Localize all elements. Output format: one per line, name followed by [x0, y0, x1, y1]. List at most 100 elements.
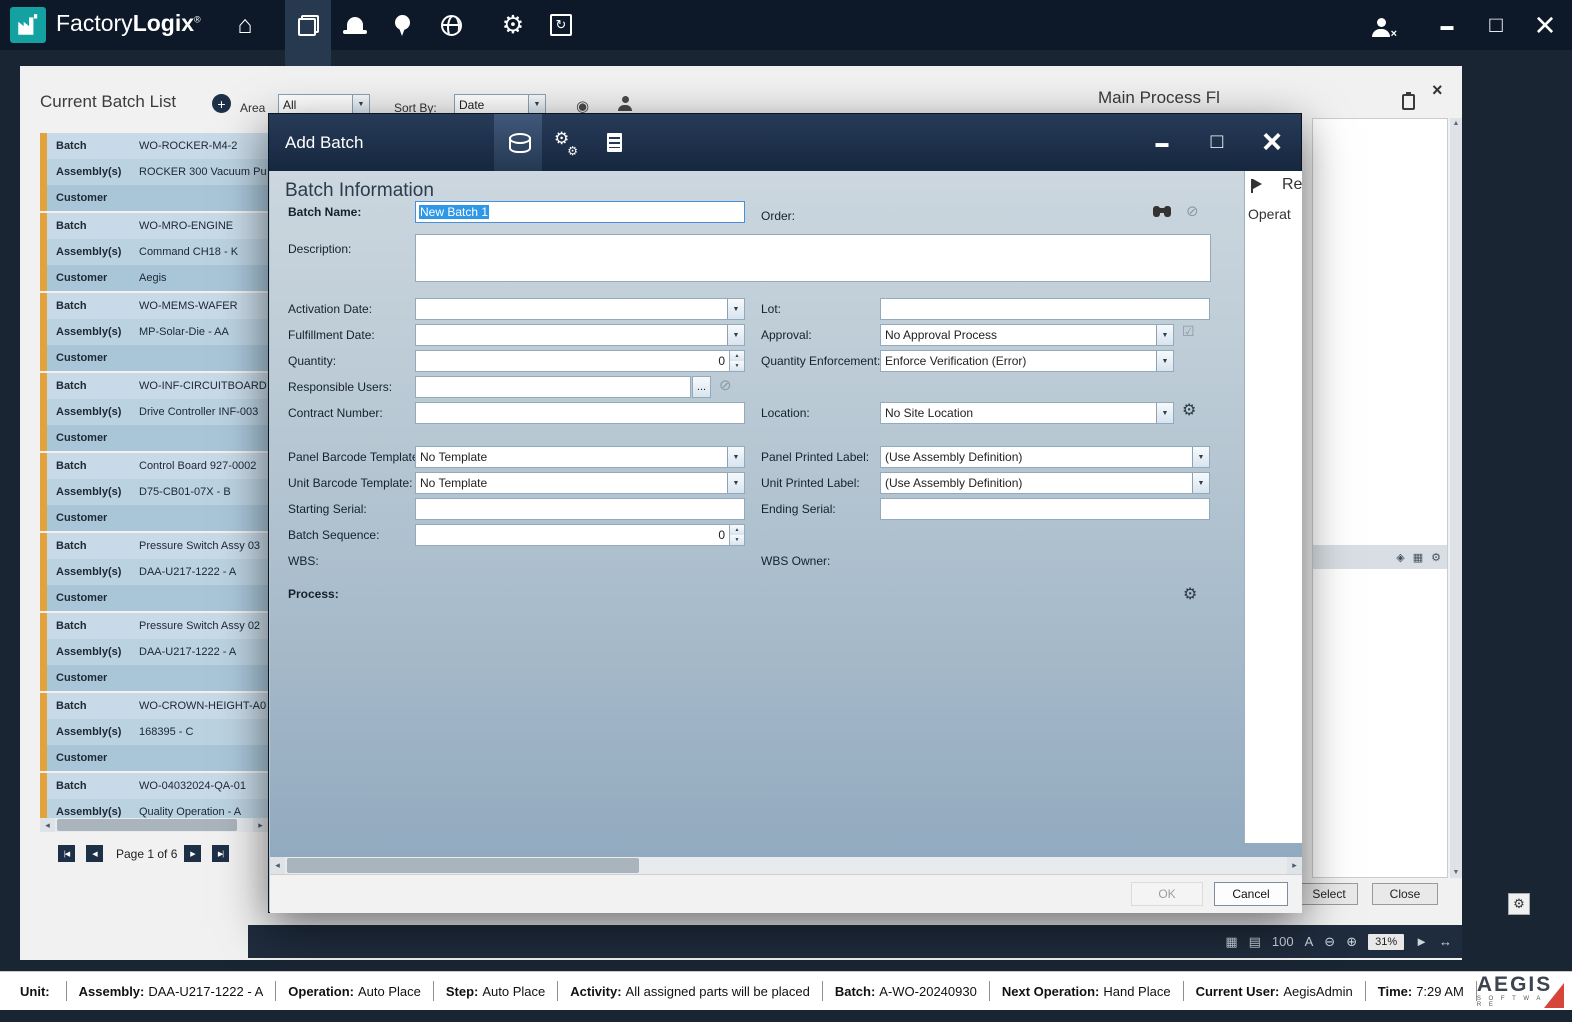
scroll-up-icon[interactable]: ▲: [1453, 118, 1460, 129]
customer-label: Customer: [56, 432, 139, 444]
responsible-users-clear-icon[interactable]: ⊘: [719, 376, 732, 394]
assembly-value: 168395 - C: [139, 726, 193, 738]
description-textarea[interactable]: [415, 234, 1211, 282]
dialog-hscrollbar[interactable]: [270, 857, 1302, 874]
quantity-enforcement-select[interactable]: Enforce Verification (Error): [880, 350, 1174, 372]
add-batch-button[interactable]: +: [212, 94, 231, 113]
batch-label: Batch: [56, 460, 139, 472]
order-clear-icon[interactable]: ⊘: [1186, 202, 1199, 220]
quantity-spinner[interactable]: 0: [415, 350, 745, 372]
viewer-tool-icon[interactable]: ▤: [1249, 934, 1261, 950]
tab-batch-settings[interactable]: [542, 114, 590, 171]
web-module-icon[interactable]: [429, 0, 473, 50]
viewer-tool-icon[interactable]: ►: [1415, 934, 1428, 949]
scroll-left-icon[interactable]: [270, 857, 285, 874]
user-filter-icon[interactable]: [618, 96, 633, 111]
next-page-button[interactable]: ▶: [184, 845, 201, 862]
location-gear-icon[interactable]: ⚙: [1182, 400, 1196, 420]
batches-module-icon[interactable]: [286, 0, 330, 50]
starting-serial-input[interactable]: [415, 498, 745, 520]
dialog-close-button[interactable]: ×: [1251, 120, 1293, 164]
scroll-right-icon[interactable]: [1287, 857, 1302, 874]
ending-serial-label: Ending Serial:: [761, 502, 836, 516]
cancel-button[interactable]: Cancel: [1214, 882, 1288, 906]
batch-name-value: WO-MRO-ENGINE: [139, 220, 233, 232]
close-button-background[interactable]: Close: [1372, 883, 1438, 905]
spin-down-icon[interactable]: [730, 535, 744, 545]
first-page-button[interactable]: |◀: [58, 845, 75, 862]
dialog-maximize-button[interactable]: □: [1199, 124, 1235, 160]
panel-tool-icon[interactable]: ◈: [1396, 551, 1404, 564]
lot-input[interactable]: [880, 298, 1210, 320]
scroll-right-icon[interactable]: [253, 818, 268, 832]
viewer-vscrollbar[interactable]: ▲ ▼: [1450, 118, 1462, 878]
area-select[interactable]: All: [278, 94, 370, 115]
batch-name-value: Pressure Switch Assy 02: [139, 620, 260, 632]
batch-sequence-spinner[interactable]: 0: [415, 524, 745, 546]
app-close-button[interactable]: ×: [1524, 4, 1566, 46]
viewer-tool-icon[interactable]: ⊖: [1324, 934, 1335, 950]
customer-label: Customer: [56, 352, 139, 364]
batch-name-value: Pressure Switch Assy 03: [139, 540, 260, 552]
app-minimize-button[interactable]: ▬: [1430, 10, 1464, 40]
customer-label: Customer: [56, 592, 139, 604]
approval-checkbox-icon[interactable]: ☑: [1182, 323, 1195, 340]
scroll-down-icon[interactable]: ▼: [1453, 867, 1460, 878]
production-module-icon[interactable]: [333, 0, 377, 50]
spin-up-icon[interactable]: [730, 351, 744, 361]
unit-barcode-template-select[interactable]: No Template: [415, 472, 745, 494]
panel-printed-label-select[interactable]: (Use Assembly Definition): [880, 446, 1210, 468]
viewer-tool-icon[interactable]: A: [1305, 934, 1314, 949]
viewer-tool-icon[interactable]: ⊕: [1346, 934, 1357, 950]
zoom-level[interactable]: 31%: [1368, 934, 1404, 950]
viewer-tool-icon[interactable]: ↔: [1439, 934, 1452, 949]
top-navigation-bar: FactoryLogix® ⌂ ⚙ ↻ × ▬ □ ×: [0, 0, 1572, 50]
viewer-tool-icon[interactable]: 100: [1272, 934, 1294, 949]
responsible-users-input[interactable]: [415, 376, 691, 398]
status-item: Operation: Auto Place: [276, 981, 434, 1001]
spin-up-icon[interactable]: [730, 525, 744, 535]
app-maximize-button[interactable]: □: [1478, 10, 1514, 40]
order-lookup-icon[interactable]: [1153, 206, 1171, 217]
approval-select[interactable]: No Approval Process: [880, 324, 1174, 346]
location-pin-icon: [395, 15, 410, 36]
batch-list-hscrollbar[interactable]: [40, 818, 268, 832]
spin-down-icon[interactable]: [730, 361, 744, 371]
batch-label: Batch: [56, 540, 139, 552]
select-button[interactable]: Select: [1300, 883, 1358, 905]
responsible-users-browse-button[interactable]: ...: [692, 376, 711, 398]
clipboard-icon[interactable]: [1402, 94, 1415, 110]
scrollbar-thumb[interactable]: [287, 858, 639, 873]
ok-button[interactable]: OK: [1131, 882, 1203, 906]
previous-page-button[interactable]: ◀: [86, 845, 103, 862]
tab-batch-documents[interactable]: [590, 114, 638, 171]
scroll-left-icon[interactable]: [40, 818, 55, 832]
locations-module-icon[interactable]: [380, 0, 424, 50]
home-icon[interactable]: ⌂: [223, 0, 267, 50]
scrollbar-thumb[interactable]: [57, 819, 237, 831]
settings-gear-button[interactable]: ⚙: [1508, 893, 1530, 915]
sort-by-select[interactable]: Date: [454, 94, 546, 115]
factory-icon: [15, 12, 41, 38]
unit-printed-label-select[interactable]: (Use Assembly Definition): [880, 472, 1210, 494]
settings-icon[interactable]: ⚙: [491, 0, 535, 50]
panel-tool-icon[interactable]: ⚙: [1431, 551, 1441, 564]
process-gear-icon[interactable]: ⚙: [1183, 584, 1197, 604]
assembly-label: Assembly(s): [56, 646, 139, 658]
panel-tool-icon[interactable]: ▦: [1413, 551, 1423, 564]
data-sync-icon[interactable]: ↻: [539, 0, 583, 50]
fulfillment-date-select[interactable]: [415, 324, 745, 346]
panel-close-icon[interactable]: ×: [1432, 80, 1443, 101]
location-select[interactable]: No Site Location: [880, 402, 1174, 424]
activation-date-select[interactable]: [415, 298, 745, 320]
user-logout-icon[interactable]: ×: [1364, 15, 1398, 39]
contract-number-input[interactable]: [415, 402, 745, 424]
viewer-tool-icon[interactable]: ▦: [1225, 934, 1237, 950]
panel-barcode-template-select[interactable]: No Template: [415, 446, 745, 468]
batch-name-input[interactable]: New Batch 1: [415, 201, 745, 223]
last-page-button[interactable]: ▶|: [212, 845, 229, 862]
dialog-minimize-button[interactable]: ▬: [1145, 124, 1179, 160]
chevron-down-icon: [352, 95, 369, 114]
ending-serial-input[interactable]: [880, 498, 1210, 520]
tab-batch-data[interactable]: [494, 114, 542, 171]
